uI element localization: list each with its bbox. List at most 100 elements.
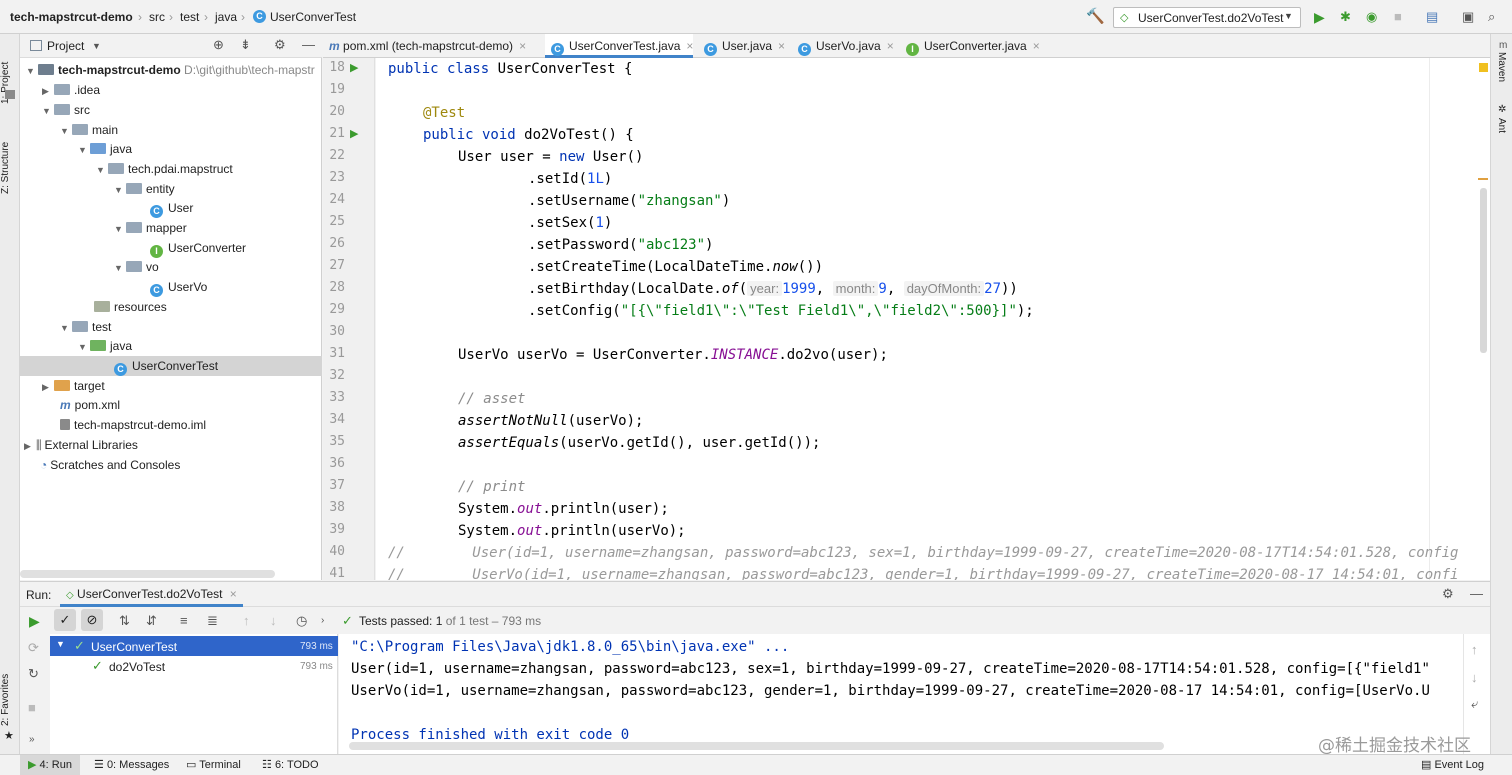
tree-item-vo[interactable]: ▼ vo: [114, 257, 159, 277]
chevron-right-icon[interactable]: ›: [321, 613, 324, 629]
tree-item-pom[interactable]: m pom.xml: [60, 395, 120, 415]
tab-userconverter[interactable]: I UserConverter.java ×: [900, 34, 1040, 58]
tree-item-resources[interactable]: resources: [94, 297, 167, 317]
tree-item-userconverter[interactable]: I UserConverter: [150, 238, 246, 258]
more-icon[interactable]: »: [29, 732, 35, 748]
breadcrumb-file[interactable]: UserConverTest: [270, 10, 356, 24]
soft-wrap-icon[interactable]: ⤶: [1471, 696, 1478, 712]
tab-uservo[interactable]: C UserVo.java ×: [792, 34, 894, 58]
show-ignored-icon[interactable]: ⊘: [81, 609, 103, 631]
breadcrumb-test[interactable]: test: [180, 10, 199, 24]
breadcrumb-src[interactable]: src: [149, 10, 165, 24]
layout-icon[interactable]: ▣: [1462, 9, 1474, 25]
hide-icon[interactable]: —: [302, 37, 315, 53]
test-row-method[interactable]: ✓ do2VoTest 793 ms: [50, 656, 338, 676]
arrow-down-icon[interactable]: ↓: [270, 613, 277, 629]
tree-item-iml[interactable]: tech-mapstrcut-demo.iml: [60, 415, 206, 435]
arrow-up-icon[interactable]: ↑: [1471, 642, 1478, 658]
close-icon[interactable]: ×: [230, 587, 237, 601]
test-class-icon: C: [253, 10, 266, 23]
tree-item-external-libraries[interactable]: ▶ ⫼ External Libraries: [24, 435, 138, 455]
test-row-class[interactable]: ▼ ✓ UserConverTest 793 ms: [50, 636, 338, 656]
horizontal-scrollbar[interactable]: [349, 742, 1164, 750]
tree-item-target[interactable]: ▶ target: [42, 376, 105, 396]
terminal-tool-tab[interactable]: ▭ Terminal: [186, 758, 241, 771]
warning-marker-icon[interactable]: [1479, 63, 1488, 72]
arrow-down-icon[interactable]: ↓: [1471, 670, 1478, 686]
toggle-auto-test-icon[interactable]: ↻: [28, 666, 39, 682]
show-passed-icon[interactable]: ✓: [54, 609, 76, 631]
collapse-all-icon[interactable]: ⇟: [240, 37, 251, 53]
favorites-tool-tab[interactable]: 2: Favorites: [0, 674, 11, 726]
messages-tool-tab[interactable]: ☰ 0: Messages: [94, 758, 169, 771]
tree-item-mapper[interactable]: ▼ mapper: [114, 218, 187, 238]
tree-item-src[interactable]: ▼ src: [42, 100, 90, 120]
error-stripe-mark[interactable]: [1478, 178, 1488, 180]
structure-tool-tab[interactable]: Z: Structure: [0, 142, 11, 194]
console-output[interactable]: "C:\Program Files\Java\jdk1.8.0_65\bin\j…: [339, 634, 1463, 754]
project-structure-icon[interactable]: ▤: [1426, 9, 1438, 25]
code-line-25: .setSex(1): [528, 215, 613, 231]
debug-icon[interactable]: ✱: [1340, 9, 1351, 25]
code-editor[interactable]: public class UserConverTest { @Test publ…: [376, 58, 1490, 580]
breadcrumb-project[interactable]: tech-mapstrcut-demo: [10, 10, 133, 24]
arrow-up-icon[interactable]: ↑: [243, 613, 250, 629]
stop-icon[interactable]: ■: [28, 700, 36, 716]
close-icon[interactable]: ×: [887, 39, 894, 53]
code-line-20: @Test: [423, 105, 466, 121]
rerun-failed-icon[interactable]: ⟳: [28, 640, 39, 656]
tree-item-uservo[interactable]: C UserVo: [150, 277, 207, 297]
project-view-select[interactable]: Project: [47, 39, 84, 53]
run-gutter-icon[interactable]: ▶: [350, 127, 358, 140]
tree-item-root[interactable]: ▼ tech-mapstrcut-demo D:\git\github\tech-…: [26, 60, 315, 80]
maven-tool-tab[interactable]: Maven: [1496, 52, 1507, 82]
tree-item-user[interactable]: C User: [150, 198, 193, 218]
vertical-scrollbar[interactable]: [1480, 188, 1487, 353]
right-margin-guide: [1429, 58, 1430, 580]
close-icon[interactable]: ×: [1033, 39, 1040, 53]
event-log-tool-tab[interactable]: ▤ Event Log: [1421, 758, 1484, 771]
coverage-icon[interactable]: ◉: [1366, 9, 1377, 25]
ant-tool-tab[interactable]: Ant: [1496, 118, 1507, 138]
tree-item-userconvertest[interactable]: C UserConverTest: [20, 356, 322, 376]
chevron-down-icon[interactable]: ▼: [92, 41, 101, 51]
collapse-all-icon[interactable]: ≣: [207, 613, 218, 629]
locate-icon[interactable]: ⊕: [213, 37, 224, 53]
tab-pom[interactable]: m pom.xml (tech-mapstrcut-demo) ×: [323, 34, 526, 58]
breadcrumb-java[interactable]: java: [215, 10, 237, 24]
todo-tool-tab[interactable]: ☷ 6: TODO: [262, 758, 319, 771]
close-icon[interactable]: ×: [686, 39, 693, 53]
tab-user[interactable]: C User.java ×: [698, 34, 785, 58]
tree-item-package[interactable]: ▼ tech.pdai.mapstruct: [96, 159, 233, 179]
run-icon[interactable]: ▶: [1314, 9, 1325, 25]
rerun-icon[interactable]: ▶: [29, 613, 40, 629]
tree-item-main[interactable]: ▼ main: [60, 120, 118, 140]
sort-duration-icon[interactable]: ⇵: [146, 613, 157, 629]
horizontal-scrollbar[interactable]: [20, 570, 275, 578]
sort-alpha-icon[interactable]: ⇅: [119, 613, 130, 629]
line-number: 19: [329, 82, 345, 97]
search-everywhere-icon[interactable]: ⌕: [1488, 9, 1495, 25]
expand-all-icon[interactable]: ≡: [180, 613, 188, 629]
tree-item-test[interactable]: ▼ test: [60, 317, 111, 337]
close-icon[interactable]: ×: [519, 39, 526, 53]
hide-icon[interactable]: —: [1470, 586, 1483, 602]
run-tool-tab[interactable]: ▶ 4: Run: [28, 758, 72, 771]
stop-icon[interactable]: ■: [1394, 9, 1402, 25]
tree-item-java[interactable]: ▼ java: [78, 139, 132, 159]
run-gutter-icon[interactable]: ▶: [350, 61, 358, 74]
build-hammer-icon[interactable]: 🔨: [1086, 9, 1105, 25]
run-config-select[interactable]: ◇ UserConverTest.do2VoTest ▼: [1113, 7, 1301, 28]
tree-item-scratches[interactable]: ◔ Scratches and Consoles: [40, 455, 180, 475]
gear-icon[interactable]: ⚙: [274, 37, 286, 53]
run-config-icon: ◇: [1120, 12, 1129, 24]
history-icon[interactable]: ◷: [296, 613, 307, 629]
gear-icon[interactable]: ⚙: [1442, 586, 1454, 602]
close-icon[interactable]: ×: [778, 39, 785, 53]
console-line: "C:\Program Files\Java\jdk1.8.0_65\bin\j…: [351, 639, 790, 655]
tree-item-idea[interactable]: ▶ .idea: [42, 80, 100, 100]
tree-item-test-java[interactable]: ▼ java: [78, 336, 132, 356]
tab-userconvertest[interactable]: C UserConverTest.java ×: [545, 34, 694, 58]
run-tab[interactable]: ◇ UserConverTest.do2VoTest ×: [60, 582, 243, 607]
tree-item-entity[interactable]: ▼ entity: [114, 179, 175, 199]
